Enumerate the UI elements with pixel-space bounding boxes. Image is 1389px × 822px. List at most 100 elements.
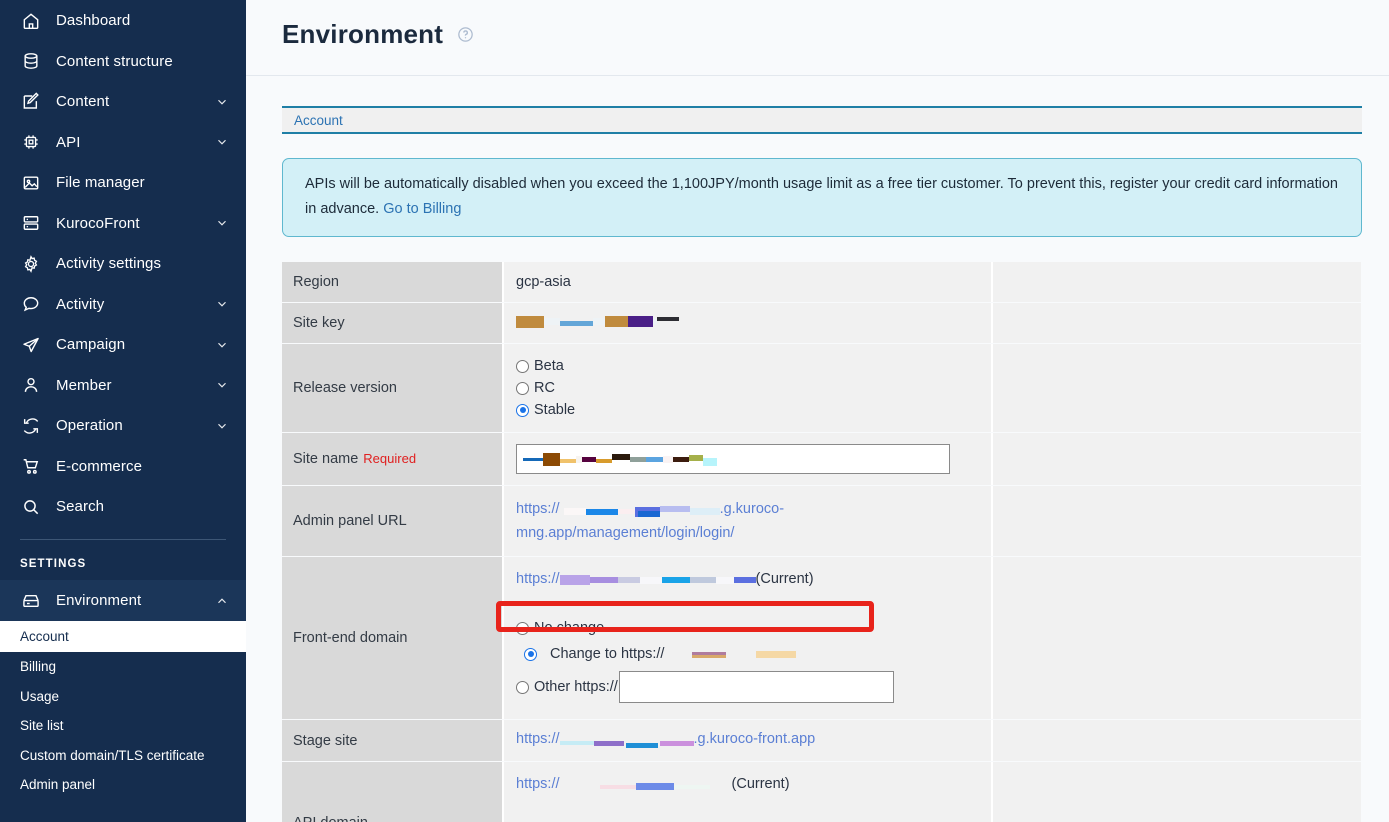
sidebar-item-site-list[interactable]: Site list bbox=[0, 711, 246, 741]
radio-label: Other https:// bbox=[534, 679, 618, 695]
app-root: Dashboard Content structure Content API … bbox=[0, 0, 1389, 822]
row-value-frontend-domain: https:// (Current) No change Change to h… bbox=[502, 557, 991, 719]
row-label-site-key: Site key bbox=[282, 303, 502, 343]
radio-label: Change to https:// bbox=[550, 646, 665, 662]
radio-label: Stable bbox=[534, 402, 576, 418]
row-tail-stage-site bbox=[991, 720, 1361, 761]
chevron-down-icon[interactable] bbox=[216, 298, 228, 310]
refresh-icon bbox=[20, 415, 42, 437]
radio-label: Beta bbox=[534, 358, 564, 374]
api-url-prefix[interactable]: https:// bbox=[516, 776, 560, 792]
sidebar-item-campaign[interactable]: Campaign bbox=[0, 325, 246, 366]
radio-frontend-change[interactable]: Change to https:// bbox=[516, 639, 991, 669]
sidebar-subitem-label: Billing bbox=[20, 659, 57, 675]
help-circle-icon[interactable] bbox=[457, 26, 474, 43]
chip-icon bbox=[20, 131, 42, 153]
sidebar-item-api[interactable]: API bbox=[0, 122, 246, 163]
redacted-stage-host bbox=[559, 736, 694, 750]
row-tail-frontend-domain bbox=[991, 557, 1361, 719]
sidebar-item-account[interactable]: Account bbox=[0, 621, 246, 652]
site-name-input[interactable] bbox=[516, 444, 950, 474]
content-area: Account APIs will be automatically disab… bbox=[246, 76, 1389, 822]
sidebar-item-activity[interactable]: Activity bbox=[0, 284, 246, 325]
server-icon bbox=[20, 212, 42, 234]
sidebar-item-custom-domain-tls[interactable]: Custom domain/TLS certificate bbox=[0, 741, 246, 771]
row-label-text: Site name bbox=[293, 451, 359, 467]
sidebar: Dashboard Content structure Content API … bbox=[0, 0, 246, 822]
radio-input[interactable] bbox=[516, 680, 529, 694]
tabbar: Account bbox=[282, 106, 1362, 134]
sidebar-item-environment[interactable]: Environment bbox=[0, 580, 246, 621]
database-icon bbox=[20, 50, 42, 72]
tab-account[interactable]: Account bbox=[282, 113, 355, 128]
go-to-billing-link[interactable]: Go to Billing bbox=[383, 201, 461, 217]
sidebar-item-kurocofront[interactable]: KurocoFront bbox=[0, 203, 246, 244]
chevron-down-icon[interactable] bbox=[216, 96, 228, 108]
sidebar-item-label: Content structure bbox=[56, 52, 173, 70]
radio-input[interactable] bbox=[516, 621, 529, 635]
sidebar-item-content[interactable]: Content bbox=[0, 82, 246, 123]
table-row-admin-panel-url: Admin panel URL https:// .g.kuroco-mng.a… bbox=[282, 486, 1361, 556]
sidebar-item-usage[interactable]: Usage bbox=[0, 682, 246, 712]
radio-input[interactable] bbox=[516, 359, 529, 373]
stage-url-prefix[interactable]: https:// bbox=[516, 731, 560, 747]
sidebar-item-admin-panel[interactable]: Admin panel bbox=[0, 770, 246, 800]
chevron-up-icon[interactable] bbox=[216, 595, 228, 607]
sidebar-item-label: Campaign bbox=[56, 336, 126, 354]
table-row-stage-site: Stage site https:// .g.kuroco-front.app bbox=[282, 720, 1361, 761]
sidebar-settings-heading: SETTINGS bbox=[20, 558, 87, 570]
sidebar-item-content-structure[interactable]: Content structure bbox=[0, 41, 246, 82]
chevron-down-icon[interactable] bbox=[216, 379, 228, 391]
sidebar-item-member[interactable]: Member bbox=[0, 365, 246, 406]
sidebar-item-label: E-commerce bbox=[56, 457, 143, 475]
radio-stable[interactable]: Stable bbox=[516, 399, 991, 421]
home-icon bbox=[20, 10, 42, 32]
row-value-site-name bbox=[502, 433, 991, 485]
sidebar-item-operation[interactable]: Operation bbox=[0, 406, 246, 447]
sidebar-item-label: Environment bbox=[56, 592, 142, 609]
chevron-down-icon[interactable] bbox=[216, 339, 228, 351]
radio-frontend-no-change[interactable]: No change bbox=[516, 617, 991, 639]
table-row-release-version: Release version Beta RC Stable bbox=[282, 344, 1361, 432]
send-icon bbox=[20, 334, 42, 356]
radio-beta[interactable]: Beta bbox=[516, 355, 991, 377]
radio-input[interactable] bbox=[516, 381, 529, 395]
radio-input[interactable] bbox=[524, 647, 537, 661]
sidebar-subitem-label: Account bbox=[20, 629, 69, 644]
sidebar-item-dashboard[interactable]: Dashboard bbox=[0, 0, 246, 41]
sidebar-item-label: Member bbox=[56, 376, 112, 394]
row-tail-region bbox=[991, 262, 1361, 302]
comment-icon bbox=[20, 293, 42, 315]
sidebar-item-billing[interactable]: Billing bbox=[0, 652, 246, 682]
radio-rc[interactable]: RC bbox=[516, 377, 991, 399]
redacted-frontend-new-host bbox=[692, 647, 797, 661]
sidebar-item-label: Dashboard bbox=[56, 12, 131, 29]
chevron-down-icon[interactable] bbox=[216, 420, 228, 432]
row-value-region: gcp-asia bbox=[502, 262, 991, 302]
row-value-stage-site: https:// .g.kuroco-front.app bbox=[502, 720, 991, 761]
row-value-release-version: Beta RC Stable bbox=[502, 344, 991, 432]
sidebar-item-label: Content bbox=[56, 93, 110, 111]
radio-frontend-other[interactable]: Other https:// bbox=[516, 669, 991, 705]
sidebar-item-file-manager[interactable]: File manager bbox=[0, 163, 246, 204]
chevron-down-icon[interactable] bbox=[216, 217, 228, 229]
radio-input[interactable] bbox=[516, 403, 529, 417]
admin-url-prefix[interactable]: https:// bbox=[516, 501, 560, 517]
frontend-url-prefix[interactable]: https:// bbox=[516, 571, 560, 587]
sidebar-subitem-label: Site list bbox=[20, 718, 64, 734]
required-badge: Required bbox=[363, 451, 417, 466]
sidebar-item-search[interactable]: Search bbox=[0, 487, 246, 528]
page-title: Environment bbox=[282, 19, 444, 49]
stage-url-suffix[interactable]: .g.kuroco-front.app bbox=[694, 731, 816, 747]
table-row-api-domain: API domain https:// (Current) bbox=[282, 762, 1361, 822]
sidebar-item-label: Operation bbox=[56, 417, 123, 435]
radio-label: RC bbox=[534, 380, 555, 396]
table-row-site-key: Site key bbox=[282, 303, 1361, 343]
frontend-other-input[interactable] bbox=[618, 671, 894, 703]
row-label-release-version: Release version bbox=[282, 344, 502, 432]
sidebar-item-e-commerce[interactable]: E-commerce bbox=[0, 446, 246, 487]
sidebar-item-label: Search bbox=[56, 498, 105, 516]
sidebar-item-activity-settings[interactable]: Activity settings bbox=[0, 244, 246, 285]
sidebar-item-label: File manager bbox=[56, 174, 145, 192]
chevron-down-icon[interactable] bbox=[216, 136, 228, 148]
